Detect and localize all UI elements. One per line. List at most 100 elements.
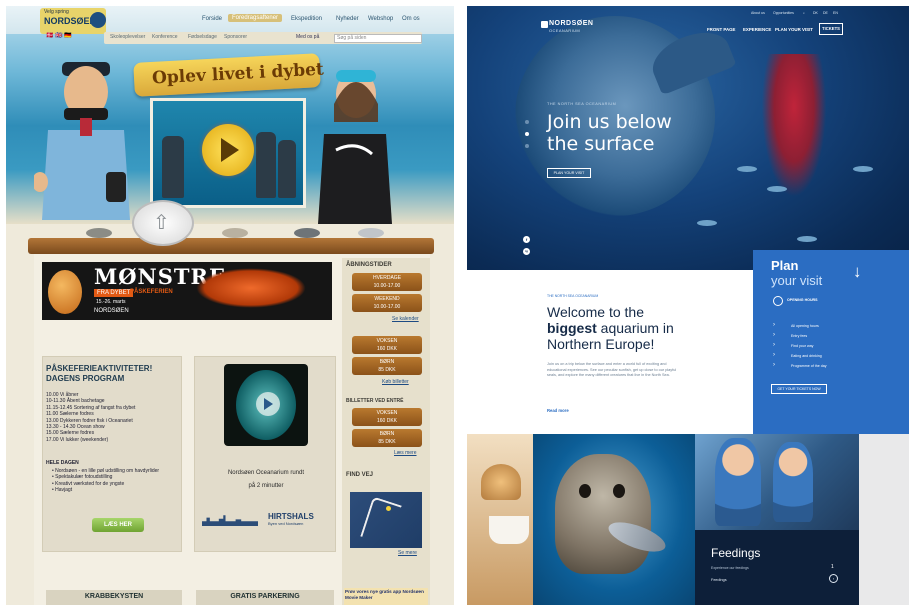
buy-tickets-link[interactable]: Køb billetter bbox=[382, 379, 409, 385]
all-day-list: • Nordsøen - en lille pøl udstilling om … bbox=[52, 468, 178, 494]
pill-label: HVERDAGE bbox=[372, 275, 402, 281]
weekend-hours-pill: WEEKEND 10.00-17.00 bbox=[352, 294, 422, 312]
grey-panel bbox=[859, 434, 909, 605]
plan-visit-button[interactable]: PLAN YOUR VISIT bbox=[547, 168, 591, 178]
ad-dates: 15.-26. marts bbox=[96, 299, 126, 305]
child-ticket-pill: BØRN 85 DKK bbox=[352, 429, 422, 447]
chevron-right-icon: › bbox=[773, 322, 775, 328]
logo-tagline: Velg spring bbox=[44, 9, 69, 15]
free-parking-card[interactable]: GRATIS PARKERING bbox=[196, 590, 334, 605]
facebook-icon[interactable]: f bbox=[523, 236, 530, 243]
slider-dot[interactable] bbox=[525, 120, 529, 124]
opening-hours-heading: ÅBNINGSTIDER bbox=[346, 262, 392, 268]
top-link-about[interactable]: About us bbox=[751, 11, 765, 15]
pill-label: VOKSEN bbox=[376, 338, 398, 344]
subnav-sponsorer[interactable]: Sponsorer bbox=[224, 34, 247, 40]
pill-value: 160 DKK bbox=[376, 418, 397, 424]
oceanarium-logo[interactable]: NORDSØEN bbox=[549, 20, 593, 27]
welcome-heading-rest: aquarium in bbox=[596, 320, 674, 336]
tickets-heading: BILLETTER VED ENTRÉ bbox=[346, 398, 404, 404]
instagram-icon[interactable]: ig bbox=[523, 248, 530, 255]
up-arrow-icon: ⇧ bbox=[153, 212, 170, 234]
search-input[interactable]: Søg på siden bbox=[334, 34, 422, 43]
child-price-pill: BØRN 85 DKK bbox=[352, 357, 422, 375]
arrow-right-circle-icon[interactable]: › bbox=[829, 574, 838, 583]
arrow-down-icon[interactable]: ↓ bbox=[853, 262, 862, 282]
all-day-item-text: Kreativt værksted for de yngste bbox=[55, 480, 125, 487]
ad-fra-dybet: FRA DYBET bbox=[94, 289, 134, 297]
diver-character-illustration bbox=[318, 70, 392, 224]
pill-value: 10.00-17.00 bbox=[373, 304, 401, 310]
pill-label: WEEKEND bbox=[374, 296, 400, 302]
seal bbox=[555, 454, 651, 574]
plan-link-entry-fees[interactable]: Entry fees bbox=[791, 334, 807, 338]
pill-value: 85 DKK bbox=[378, 439, 396, 445]
nav-webshop[interactable]: Webshop bbox=[368, 16, 393, 22]
sea-creature-illustration bbox=[196, 268, 306, 308]
tickets-button[interactable]: TICKETS bbox=[819, 23, 843, 35]
see-more-link[interactable]: Se mere bbox=[398, 550, 417, 556]
chevron-right-icon: › bbox=[773, 352, 775, 358]
lang-dk[interactable]: DK bbox=[813, 11, 818, 15]
visitor-silhouette bbox=[162, 136, 184, 198]
program-item: 17.00 Vi lukker (weekender) bbox=[46, 436, 109, 443]
krabbekysten-card[interactable]: KRABBEKYSTEN bbox=[46, 590, 182, 605]
subnav-fodselsdage[interactable]: Fødselsdage bbox=[188, 34, 217, 40]
welcome-heading: Welcome to the biggest aquarium in North… bbox=[547, 304, 674, 352]
egg-illustration bbox=[48, 270, 82, 314]
chevron-right-icon: › bbox=[773, 342, 775, 348]
nav-front-page[interactable]: FRONT PAGE bbox=[707, 27, 735, 32]
play-icon bbox=[264, 398, 273, 410]
adult-ticket-pill: VOKSEN 160 DKK bbox=[352, 408, 422, 426]
language-flags[interactable]: 🇩🇰 🇬🇧 🇩🇪 bbox=[46, 32, 72, 39]
top-link-opportunities[interactable]: Opportunities bbox=[773, 11, 794, 15]
ad-paaske: PÅSKEFERIEN bbox=[130, 289, 173, 295]
lang-en[interactable]: EN bbox=[833, 11, 838, 15]
nav-plan-visit[interactable]: PLAN YOUR VISIT bbox=[775, 27, 813, 32]
app-promo[interactable]: Prøv vores nye gratis app Nordsøen Movie… bbox=[344, 588, 428, 605]
welcome-heading-line: Northern Europe! bbox=[547, 336, 655, 352]
welcome-heading-line: Welcome to the bbox=[547, 304, 645, 320]
read-here-button[interactable]: LÆS HER bbox=[92, 518, 144, 532]
nav-om-os[interactable]: Om os bbox=[402, 16, 420, 22]
wooden-shelf bbox=[28, 238, 434, 254]
cake-image bbox=[481, 464, 521, 500]
slider-dot[interactable] bbox=[525, 144, 529, 148]
plan-link-opening-hours[interactable]: All opening hours bbox=[791, 324, 819, 328]
nav-nyheder[interactable]: Nyheder bbox=[336, 16, 359, 22]
get-tickets-button[interactable]: GET YOUR TICKETS NOW bbox=[771, 384, 827, 394]
plan-link-eating[interactable]: Eating and drinking bbox=[791, 354, 822, 358]
feedings-count: 1 bbox=[831, 564, 834, 570]
program-list: 10.00 Vi åbner 10-11.30 Åbent bachetage … bbox=[46, 392, 135, 443]
small-fish bbox=[853, 166, 873, 172]
welcome-kicker: THE NORTH SEA OCEANARIUM bbox=[547, 294, 599, 298]
right-website-screenshot: NORDSØEN OCEANARIUM About us Opportuniti… bbox=[467, 6, 909, 605]
read-more-link[interactable]: Læs mere bbox=[394, 450, 417, 456]
plan-link-programme[interactable]: Programme of the day bbox=[791, 364, 827, 368]
pill-value: 85 DKK bbox=[378, 367, 396, 373]
logo-fish-icon bbox=[90, 12, 106, 28]
nav-experience[interactable]: EXPERIENCE bbox=[743, 27, 771, 32]
slider-dot-active[interactable] bbox=[525, 132, 529, 136]
nav-ekspedition[interactable]: Ekspedition bbox=[291, 16, 322, 22]
program-title: PÅSKEFERIEAKTIVITETER! DAGENS PROGRAM bbox=[46, 364, 152, 384]
feedings-link[interactable]: Feedings bbox=[711, 578, 727, 582]
seal-eye bbox=[579, 484, 591, 498]
share-label: Med os på bbox=[296, 34, 320, 40]
nav-forside[interactable]: Forside bbox=[202, 16, 222, 22]
logo-fish-icon bbox=[541, 21, 548, 28]
subnav-konference[interactable]: Konference bbox=[152, 34, 178, 40]
search-icon[interactable]: ⌕ bbox=[803, 11, 805, 15]
plan-link-find-way[interactable]: Find your way bbox=[791, 344, 813, 348]
small-fish bbox=[697, 220, 717, 226]
nav-foredragsaftener[interactable]: Foredragsaftener bbox=[228, 14, 283, 22]
ad-logo: NORDSØEN bbox=[94, 308, 129, 314]
pill-value: 160 DKK bbox=[376, 346, 397, 352]
lang-de[interactable]: DE bbox=[823, 11, 828, 15]
read-more-link[interactable]: Read more bbox=[547, 408, 569, 413]
subnav-skoleoplevelser[interactable]: Skoleoplevelser bbox=[110, 34, 145, 40]
calendar-link[interactable]: Se kalender bbox=[392, 316, 419, 322]
hirtshals-logo[interactable]: HIRTSHALS bbox=[268, 512, 314, 521]
all-day-item-text: Nordsøen - en lille pøl udstilling om ha… bbox=[55, 468, 160, 474]
diver-image bbox=[759, 54, 829, 204]
